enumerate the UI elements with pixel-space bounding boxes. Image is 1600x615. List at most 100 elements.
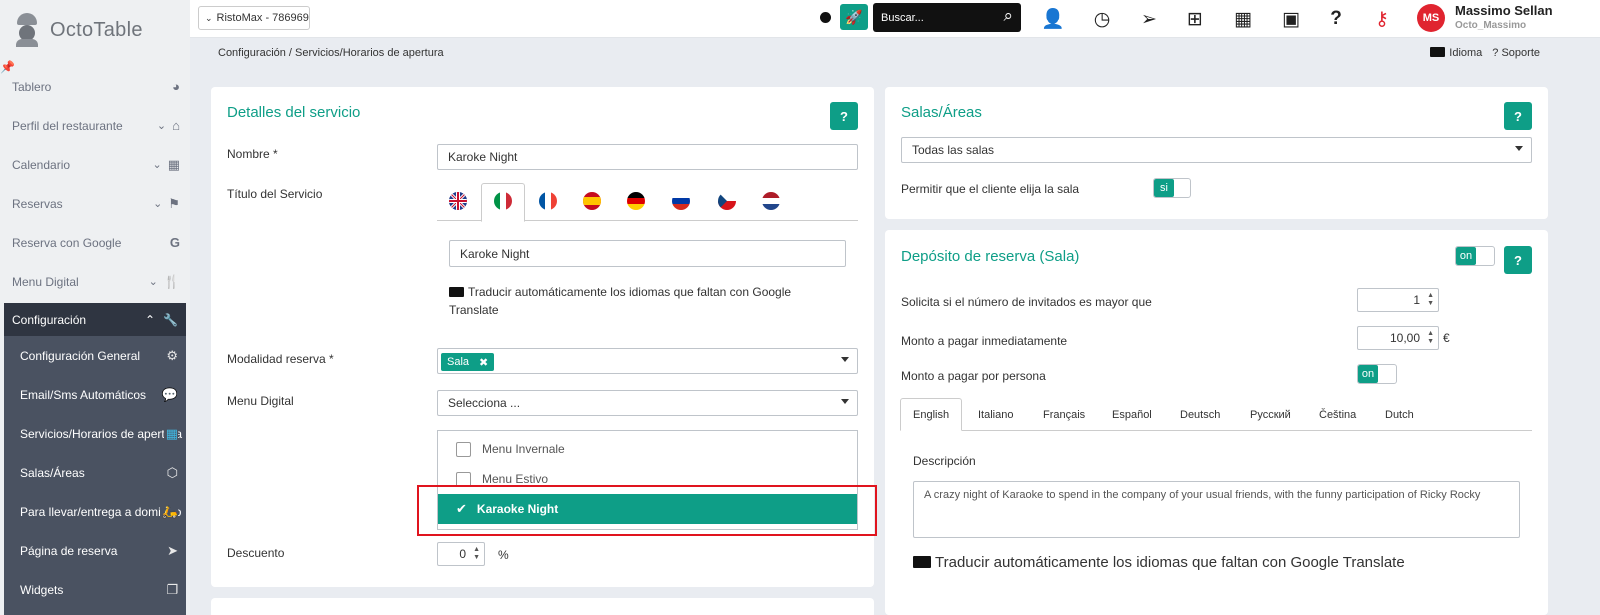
flag-checkered-icon: ⚑ (168, 195, 180, 211)
name-input[interactable]: Karoke Night (437, 144, 858, 170)
search-icon[interactable]: ⌕ (1003, 6, 1013, 26)
chevron-down-icon: ⌄ (153, 198, 163, 210)
description-label: Descripción (913, 454, 976, 468)
deposit-panel-title: Depósito de reserva (Sala) (901, 248, 1080, 265)
status-dot (820, 12, 831, 23)
modality-tag[interactable]: Sala ✖ (441, 353, 495, 371)
key-icon[interactable]: ⚷ (1367, 4, 1397, 34)
language-link[interactable]: Idioma (1430, 47, 1482, 59)
tab-dutch[interactable]: Dutch (1385, 398, 1414, 431)
dropdown-option[interactable]: Menu Invernale (438, 434, 857, 464)
store-select[interactable]: ⌄ RistoMax - 786969 (198, 6, 310, 30)
per-person-label: Monto a pagar por persona (901, 369, 1046, 383)
gear-icon: ⚙ (164, 347, 178, 364)
sidebar-item-perfil[interactable]: Perfil del restaurante ⌄ ⌂ (0, 106, 190, 145)
brand-logo[interactable]: OctoTable (0, 0, 190, 60)
sidebar-subitem-widgets[interactable]: Widgets ❐ (4, 570, 186, 609)
calendar-icon: ▦ (167, 156, 180, 172)
sidebar-subitem-salas[interactable]: Salas/Áreas ⬡ (4, 453, 186, 492)
flag-russia-icon[interactable] (672, 192, 690, 210)
rooms-panel-title: Salas/Áreas (901, 104, 982, 121)
guests-label: Solicita si el número de invitados es ma… (901, 295, 1152, 309)
sidebar-subitem-servicios[interactable]: Servicios/Horarios de apertura ▦ (4, 414, 186, 453)
remove-tag-icon[interactable]: ✖ (479, 356, 488, 369)
search-input[interactable] (881, 11, 991, 24)
discount-label: Descuento (227, 546, 285, 560)
chat-icon: 💬 (159, 386, 178, 403)
sidebar-item-menu-digital[interactable]: Menu Digital ⌄ 🍴 (0, 262, 190, 301)
paper-plane-icon[interactable]: ➢ (1134, 4, 1164, 34)
rocket-icon: 🚀 (845, 8, 863, 25)
help-icon[interactable]: ? (1321, 4, 1351, 34)
translate-icon (449, 286, 464, 297)
spinner-icon[interactable]: ▲ ▼ (1427, 330, 1434, 346)
auto-translate-link[interactable]: Traducir automáticamente los idiomas que… (449, 283, 829, 319)
tab-russian[interactable]: Русский (1250, 398, 1291, 431)
caret-down-icon (841, 357, 849, 362)
avatar[interactable]: MS (1417, 4, 1445, 32)
discount-input[interactable]: 0 ▲ ▼ (437, 542, 485, 566)
modality-select[interactable] (437, 348, 858, 374)
tab-espanol[interactable]: Español (1112, 398, 1152, 431)
service-title-input[interactable]: Karoke Night (449, 240, 846, 267)
wrench-icon: 🔧 (163, 312, 178, 327)
tab-english[interactable]: English (900, 398, 963, 431)
per-person-toggle[interactable]: on (1357, 364, 1397, 384)
flag-spain-icon[interactable] (583, 192, 601, 210)
sidebar-subitem-general[interactable]: Configuración General ⚙ (4, 336, 186, 375)
language-tabs: English Italiano Français Español Deutsc… (900, 398, 1532, 431)
tab-cestina[interactable]: Čeština (1319, 398, 1356, 431)
clock-icon[interactable]: ◷ (1087, 4, 1117, 34)
image-icon[interactable]: ▣ (1276, 4, 1306, 34)
menu-digital-select[interactable]: Selecciona ... (437, 390, 858, 416)
allow-room-toggle[interactable]: si (1153, 178, 1191, 198)
service-title-label: Título del Servicio (227, 187, 323, 201)
flag-italy-icon[interactable] (494, 192, 512, 210)
tab-italiano[interactable]: Italiano (978, 398, 1013, 431)
sidebar: OctoTable 📌 Tablero ◕ Perfil del restaur… (0, 0, 190, 615)
sidebar-item-google[interactable]: Reserva con Google G (0, 223, 190, 262)
tab-francais[interactable]: Français (1043, 398, 1085, 431)
dashboard-icon: ◕ (172, 79, 180, 94)
user-name[interactable]: Massimo Sellan (1455, 3, 1553, 18)
spinner-icon[interactable]: ▲ ▼ (473, 546, 480, 562)
rocket-button[interactable]: 🚀 (840, 4, 868, 30)
sidebar-subitem-llevar[interactable]: Para llevar/entrega a domicilio 🛵 (4, 492, 186, 531)
tab-deutsch[interactable]: Deutsch (1180, 398, 1220, 431)
google-icon: G (169, 235, 180, 250)
sidebar-config-group: Configuración ⌃ 🔧 Configuración General ⚙ … (4, 303, 186, 615)
auto-translate-link-deposit[interactable]: Traducir automáticamente los idiomas que… (913, 554, 1405, 572)
flag-france-icon[interactable] (539, 192, 557, 210)
sidebar-subitem-pagina[interactable]: Página de reserva ➤ (4, 531, 186, 570)
calendar-icon[interactable]: ▦ (1228, 4, 1258, 34)
rooms-help-button[interactable]: ? (1504, 102, 1532, 130)
search-box: ⌕ (873, 3, 1021, 32)
flag-germany-icon[interactable] (627, 192, 645, 210)
sidebar-item-calendario[interactable]: Calendario ⌄ ▦ (0, 145, 190, 184)
spinner-icon[interactable]: ▲ ▼ (1427, 292, 1434, 308)
checkbox[interactable] (456, 441, 471, 457)
sidebar-item-reservas[interactable]: Reservas ⌄ ⚑ (0, 184, 190, 223)
name-label: Nombre * (227, 147, 278, 161)
language-flag-tabs (437, 183, 858, 222)
chef-logo-icon (14, 13, 40, 47)
deposit-toggle[interactable]: on (1455, 246, 1495, 266)
chevron-down-icon: ⌄ (152, 159, 162, 171)
support-link[interactable]: ? Soporte (1492, 47, 1540, 59)
deposit-help-button[interactable]: ? (1504, 246, 1532, 274)
breadcrumb-bar: Configuración / Servicios/Horarios de ap… (190, 38, 1600, 68)
rooms-select[interactable]: Todas las salas (901, 137, 1532, 163)
modality-label: Modalidad reserva * (227, 352, 334, 366)
flag-uk-icon[interactable] (449, 192, 467, 210)
guests-input[interactable]: 1 ▲ ▼ (1357, 288, 1439, 312)
flag-czech-icon[interactable] (718, 192, 736, 210)
add-user-icon[interactable]: 👤 (1038, 4, 1068, 34)
description-textarea[interactable]: A crazy night of Karaoke to spend in the… (913, 481, 1520, 538)
service-help-button[interactable]: ? (830, 102, 858, 130)
sidebar-item-tablero[interactable]: Tablero ◕ (0, 67, 190, 106)
flag-netherlands-icon[interactable] (762, 192, 780, 210)
amount-input[interactable]: 10,00 ▲ ▼ (1357, 326, 1439, 350)
sitemap-icon[interactable]: ⊞ (1180, 4, 1210, 34)
sidebar-subitem-email[interactable]: Email/Sms Automáticos 💬 (4, 375, 186, 414)
sidebar-item-configuracion[interactable]: Configuración ⌃ 🔧 (4, 303, 186, 336)
